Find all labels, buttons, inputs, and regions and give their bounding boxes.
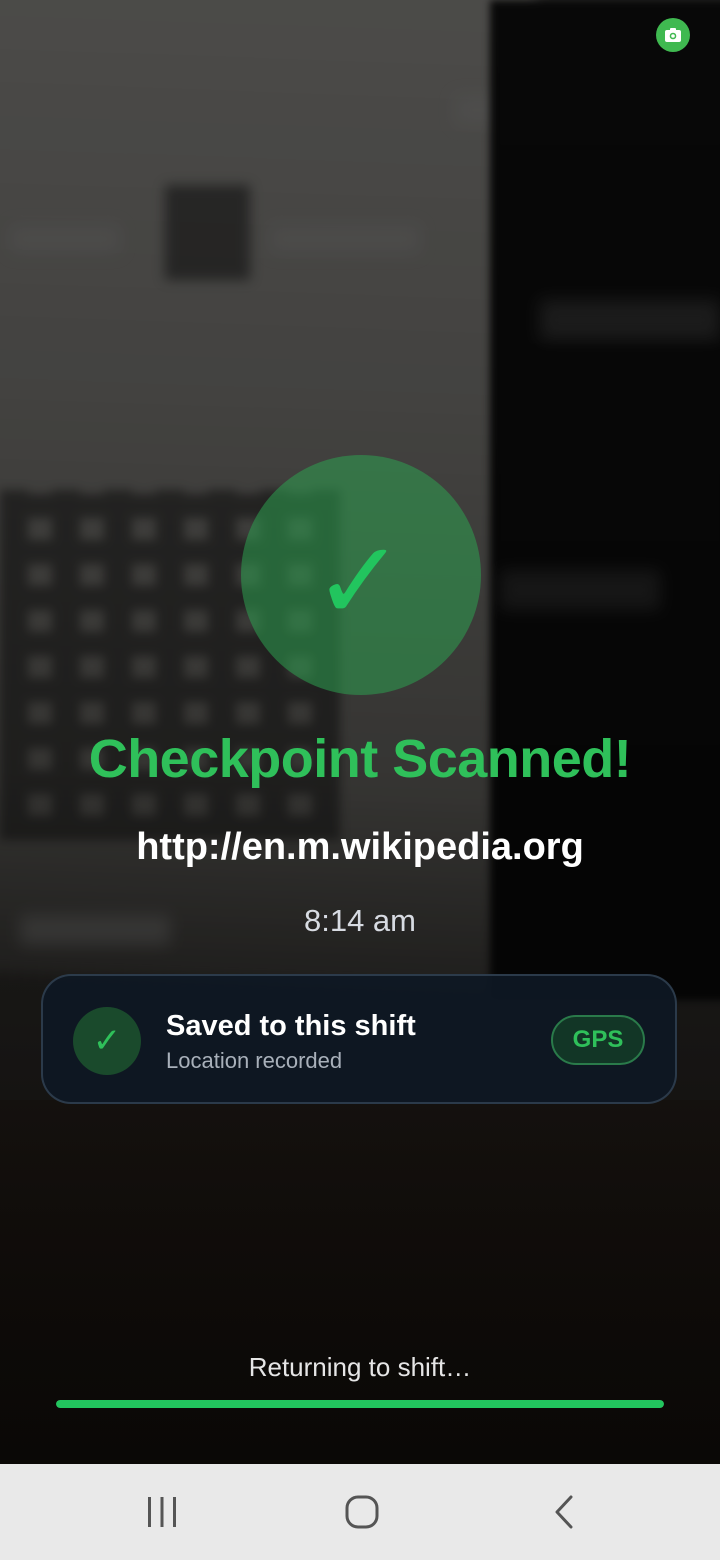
home-icon [345, 1495, 379, 1529]
result-title: Checkpoint Scanned! [88, 729, 632, 789]
recent-apps-button[interactable] [102, 1464, 222, 1560]
camera-icon [656, 18, 690, 52]
returning-status: Returning to shift… [248, 1352, 472, 1382]
saved-card-subtitle: Location recorded [166, 1048, 343, 1073]
checkmark-icon: ✓ [312, 517, 406, 645]
return-progress-bar [56, 1400, 664, 1408]
bottom-fade [0, 1100, 720, 1464]
progress-fill [56, 1400, 664, 1408]
gps-badge: GPS [551, 1015, 645, 1065]
scan-time: 8:14 am [303, 903, 416, 938]
system-navigation-bar [0, 1464, 720, 1560]
scanned-url: http://en.m.wikipedia.org [136, 826, 584, 868]
saved-to-shift-card: ✓ Saved to this shift Location recorded … [41, 974, 677, 1104]
saved-card-title: Saved to this shift [166, 1010, 416, 1042]
back-icon [555, 1495, 573, 1529]
back-button[interactable] [504, 1464, 624, 1560]
checkmark-icon: ✓ [73, 1007, 141, 1075]
success-badge: ✓ [241, 455, 481, 695]
recent-apps-icon [148, 1497, 176, 1527]
home-button[interactable] [302, 1464, 422, 1560]
